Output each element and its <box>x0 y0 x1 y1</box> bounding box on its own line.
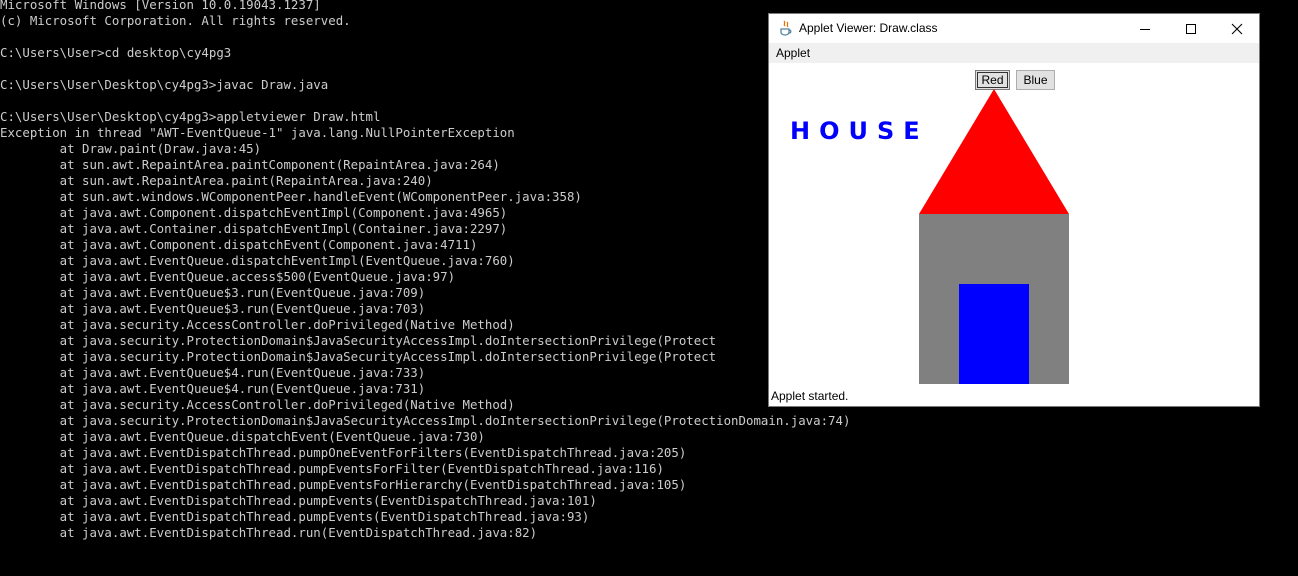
house-label: HOUSE <box>790 117 929 145</box>
console-line: at java.security.ProtectionDomain$JavaSe… <box>0 349 717 364</box>
console-line: at java.awt.EventQueue$3.run(EventQueue.… <box>0 285 426 300</box>
red-button[interactable]: Red <box>975 70 1010 90</box>
console-line: (c) Microsoft Corporation. All rights re… <box>0 13 351 28</box>
house-door <box>959 284 1029 384</box>
console-line: at java.awt.EventQueue$3.run(EventQueue.… <box>0 301 426 316</box>
house-roof <box>919 89 1069 214</box>
status-bar: Applet started. <box>769 386 1259 406</box>
applet-viewer-window[interactable]: Applet Viewer: Draw.class Applet Red Blu… <box>768 13 1260 407</box>
console-line: at java.security.ProtectionDomain$JavaSe… <box>0 413 851 428</box>
status-text: Applet started. <box>771 389 849 403</box>
console-line: at java.awt.EventQueue.dispatchEventImpl… <box>0 253 515 268</box>
console-line: at Draw.paint(Draw.java:45) <box>0 141 262 156</box>
applet-canvas: Red Blue HOUSE <box>769 63 1259 386</box>
console-line: at java.security.AccessController.doPriv… <box>0 397 515 412</box>
window-title: Applet Viewer: Draw.class <box>799 21 938 35</box>
maximize-button[interactable] <box>1168 14 1214 43</box>
console-line: at java.awt.EventQueue$4.run(EventQueue.… <box>0 365 426 380</box>
console-line: at java.security.ProtectionDomain$JavaSe… <box>0 333 717 348</box>
menu-bar: Applet <box>769 43 1259 63</box>
console-line: C:\Users\User\Desktop\cy4pg3>javac Draw.… <box>0 77 329 92</box>
console-line: at java.awt.EventDispatchThread.pumpEven… <box>0 461 664 476</box>
close-button[interactable] <box>1214 14 1259 43</box>
console-line: at sun.awt.RepaintArea.paint(RepaintArea… <box>0 173 433 188</box>
console-line: C:\Users\User>cd desktop\cy4pg3 <box>0 45 232 60</box>
console-line: Microsoft Windows [Version 10.0.19043.12… <box>0 0 321 12</box>
console-line: C:\Users\User\Desktop\cy4pg3>appletviewe… <box>0 109 381 124</box>
console-line: at java.awt.EventQueue.dispatchEvent(Eve… <box>0 429 485 444</box>
console-line: at java.awt.EventDispatchThread.pumpEven… <box>0 493 597 508</box>
console-line: at java.awt.EventQueue$4.run(EventQueue.… <box>0 381 426 396</box>
console-line: at sun.awt.windows.WComponentPeer.handle… <box>0 189 582 204</box>
title-bar[interactable]: Applet Viewer: Draw.class <box>769 14 1259 43</box>
console-line: at java.awt.EventDispatchThread.pumpEven… <box>0 477 687 492</box>
minimize-icon <box>1140 29 1150 30</box>
console-line: at java.awt.EventDispatchThread.pumpEven… <box>0 509 590 524</box>
console-line: at java.awt.Container.dispatchEventImpl(… <box>0 221 508 236</box>
blue-button[interactable]: Blue <box>1016 70 1055 90</box>
console-line: at java.awt.Component.dispatchEventImpl(… <box>0 205 508 220</box>
close-icon <box>1231 23 1243 35</box>
menu-item-applet[interactable]: Applet <box>776 46 810 60</box>
console-line: at java.security.AccessController.doPriv… <box>0 317 515 332</box>
console-line: at java.awt.EventQueue.access$500(EventQ… <box>0 269 456 284</box>
console-line: Exception in thread "AWT-EventQueue-1" j… <box>0 125 515 140</box>
console-line: at java.awt.EventDispatchThread.run(Even… <box>0 525 538 540</box>
minimize-button[interactable] <box>1122 14 1168 43</box>
console-line: at java.awt.EventDispatchThread.pumpOneE… <box>0 445 687 460</box>
maximize-icon <box>1186 24 1196 34</box>
java-icon <box>778 20 794 36</box>
console-line: at java.awt.Component.dispatchEvent(Comp… <box>0 237 478 252</box>
console-line: at sun.awt.RepaintArea.paintComponent(Re… <box>0 157 500 172</box>
